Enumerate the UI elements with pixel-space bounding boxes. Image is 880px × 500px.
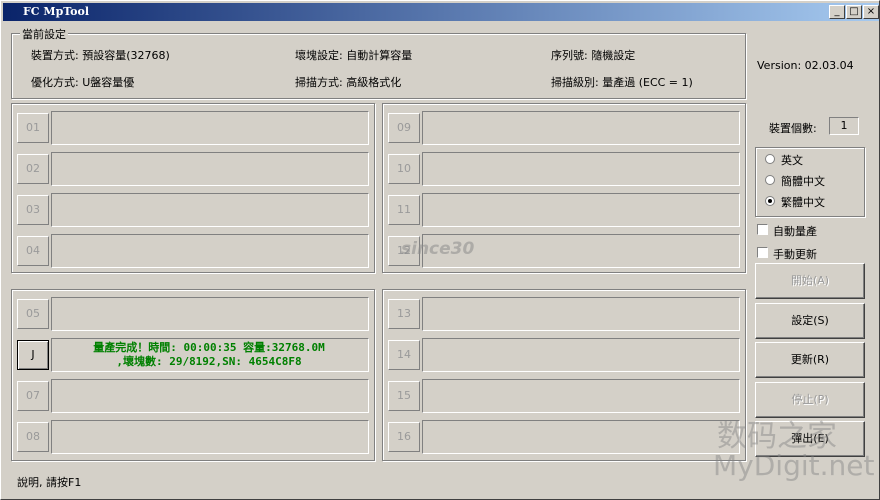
slot-16-status xyxy=(422,420,740,454)
slot-06-message-line1: 量產完成！時間: 00:00:35 容量:32768.0M xyxy=(93,341,325,354)
slot-09-button[interactable]: 09 xyxy=(388,113,420,143)
device-count-field[interactable]: 1 xyxy=(829,117,859,135)
window-title: FC MpTool xyxy=(23,5,90,18)
slot-10-status xyxy=(422,152,740,186)
slot-06-status: 量產完成！時間: 00:00:35 容量:32768.0M ,壞塊數: 29/8… xyxy=(51,338,369,372)
slot-03-button[interactable]: 03 xyxy=(17,195,49,225)
slot-05-status xyxy=(51,297,369,331)
mydigit-en-watermark: MyDigit.net xyxy=(713,449,875,482)
slot-14-button[interactable]: 14 xyxy=(388,340,420,370)
auto-produce-label[interactable]: 自動量產 xyxy=(773,223,817,239)
title-bar[interactable]: FC MpTool _ □ × xyxy=(3,3,879,21)
language-english-radio[interactable] xyxy=(765,154,775,164)
language-traditional-radio[interactable] xyxy=(765,196,775,206)
language-simplified-radio[interactable] xyxy=(765,175,775,185)
manual-update-label[interactable]: 手動更新 xyxy=(773,246,817,262)
minimize-button[interactable]: _ xyxy=(829,5,845,19)
slot-15-button[interactable]: 15 xyxy=(388,381,420,411)
slot-02-button[interactable]: 02 xyxy=(17,154,49,184)
slot-01-button[interactable]: 01 xyxy=(17,113,49,143)
maximize-button[interactable]: □ xyxy=(846,5,862,19)
slot-06-message-line2: ,壞塊數: 29/8192,SN: 4654C8F8 xyxy=(116,355,302,368)
slot-08-button[interactable]: 08 xyxy=(17,422,49,452)
current-settings-title: 當前設定 xyxy=(20,26,68,42)
slot-03-status xyxy=(51,193,369,227)
slot-14-status xyxy=(422,338,740,372)
start-button[interactable]: 開始(A) xyxy=(755,263,865,299)
slot-02-status xyxy=(51,152,369,186)
slot-06-button[interactable]: J xyxy=(17,340,49,370)
serial-setting-text: 序列號: 隨機設定 xyxy=(551,49,636,62)
status-bar-text: 說明, 請按F1 xyxy=(17,476,82,489)
slot-11-status xyxy=(422,193,740,227)
settings-button[interactable]: 設定(S) xyxy=(755,303,865,339)
close-button[interactable]: × xyxy=(863,5,879,19)
auto-produce-checkbox[interactable] xyxy=(757,224,768,235)
slot-10-button[interactable]: 10 xyxy=(388,154,420,184)
slot-01-status xyxy=(51,111,369,145)
slot-04-status xyxy=(51,234,369,268)
slot-16-button[interactable]: 16 xyxy=(388,422,420,452)
device-count-label: 裝置個數: xyxy=(769,122,817,135)
optimize-mode-text: 優化方式: U盤容量優 xyxy=(31,76,135,89)
slot-09-status xyxy=(422,111,740,145)
main-window: FC MpTool _ □ × 當前設定 裝置方式: 預設容量(32768) 壞… xyxy=(0,0,880,500)
device-mode-text: 裝置方式: 預設容量(32768) xyxy=(31,49,170,62)
language-traditional-label[interactable]: 繁體中文 xyxy=(781,194,825,210)
slot-08-status xyxy=(51,420,369,454)
slot-04-button[interactable]: 04 xyxy=(17,236,49,266)
language-english-label[interactable]: 英文 xyxy=(781,152,803,168)
slot-07-button[interactable]: 07 xyxy=(17,381,49,411)
language-simplified-label[interactable]: 簡體中文 xyxy=(781,173,825,189)
slot-15-status xyxy=(422,379,740,413)
version-text: Version: 02.03.04 xyxy=(757,59,854,72)
slot-11-button[interactable]: 11 xyxy=(388,195,420,225)
update-button[interactable]: 更新(R) xyxy=(755,342,865,378)
manual-update-checkbox[interactable] xyxy=(757,247,768,258)
slot-13-status xyxy=(422,297,740,331)
bad-block-setting-text: 壞塊設定: 自動計算容量 xyxy=(295,49,413,62)
scan-mode-text: 掃描方式: 高級格式化 xyxy=(295,76,402,89)
slot-13-button[interactable]: 13 xyxy=(388,299,420,329)
since30-watermark: since30 xyxy=(401,239,475,259)
slot-07-status xyxy=(51,379,369,413)
scan-level-text: 掃描級別: 量產過 (ECC = 1) xyxy=(551,76,693,89)
slot-05-button[interactable]: 05 xyxy=(17,299,49,329)
